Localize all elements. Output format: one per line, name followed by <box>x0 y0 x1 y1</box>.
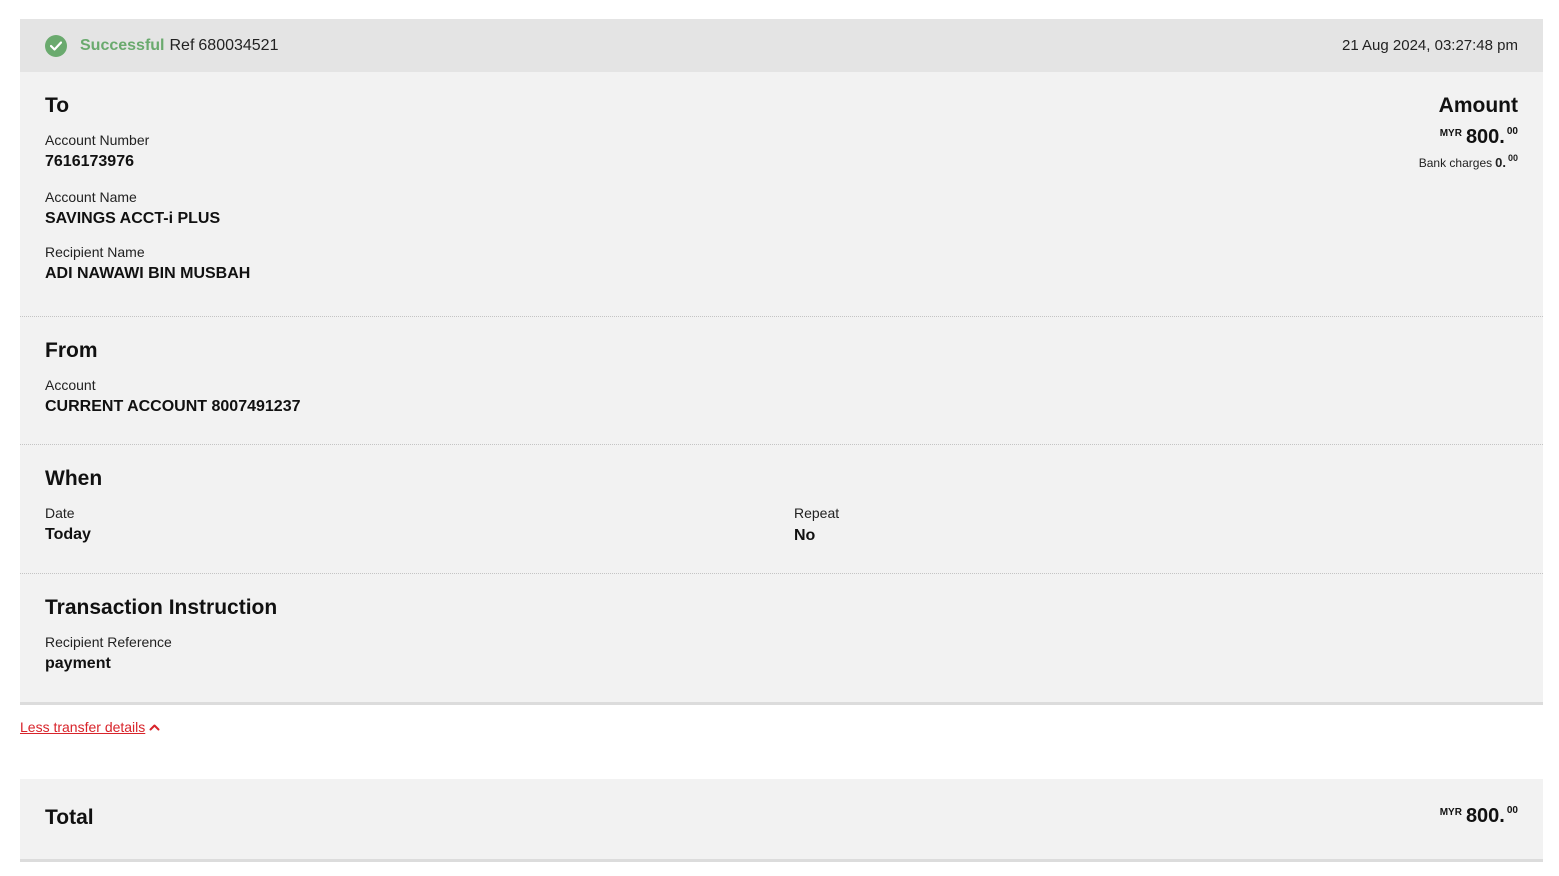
date-label: Date <box>45 505 75 521</box>
transaction-instruction-title: Transaction Instruction <box>45 596 278 619</box>
when-title: When <box>45 467 103 490</box>
amount-block: Amount MYR 800. 00 Bank charges 0. 00 <box>1419 94 1518 170</box>
transaction-status: Successful Ref 680034521 <box>45 34 279 57</box>
bank-charges-decimals: 00 <box>1507 153 1518 163</box>
account-name-label: Account Name <box>45 189 137 205</box>
total-decimals: 00 <box>1506 805 1518 816</box>
bank-charges: Bank charges 0. 00 <box>1419 153 1518 170</box>
less-transfer-details-link[interactable]: Less transfer details <box>20 719 160 735</box>
chevron-up-icon <box>149 723 160 731</box>
recipient-name-value: ADI NAWAWI BIN MUSBAH <box>45 265 251 282</box>
amount-title: Amount <box>1438 94 1518 117</box>
status-label: Successful <box>80 36 165 54</box>
from-account-value: CURRENT ACCOUNT 8007491237 <box>45 398 301 415</box>
transaction-timestamp: 21 Aug 2024, 03:27:48 pm <box>1342 37 1518 54</box>
ref-number: 680034521 <box>198 36 279 54</box>
transaction-instruction-section: Transaction Instruction Recipient Refere… <box>20 574 1543 702</box>
less-transfer-details-label: Less transfer details <box>20 719 146 735</box>
when-section: When Date Today Repeat No <box>20 445 1543 574</box>
transfer-details-card: Successful Ref 680034521 21 Aug 2024, 03… <box>20 19 1543 705</box>
amount-decimals: 00 <box>1506 126 1518 137</box>
amount-currency: MYR <box>1439 128 1462 139</box>
to-title: To <box>45 94 70 117</box>
account-number-label: Account Number <box>45 132 150 148</box>
from-section: From Account CURRENT ACCOUNT 8007491237 <box>20 317 1543 445</box>
total-amount: MYR 800. 00 <box>1440 805 1518 828</box>
total-currency: MYR <box>1439 807 1462 818</box>
total-card: Total MYR 800. 00 <box>20 779 1543 862</box>
repeat-label: Repeat <box>794 505 840 521</box>
check-circle-icon <box>45 34 67 57</box>
amount-integer: 800. <box>1465 126 1505 148</box>
recipient-reference-label: Recipient Reference <box>45 634 172 650</box>
total-title: Total <box>45 806 94 829</box>
account-name-value: SAVINGS ACCT-i PLUS <box>45 210 221 227</box>
amount-value: MYR 800. 00 <box>1419 126 1518 149</box>
total-integer: 800. <box>1465 805 1505 827</box>
from-title: From <box>45 339 98 362</box>
account-number-value: 7616173976 <box>45 153 134 170</box>
bank-charges-integer: 0. <box>1495 155 1506 170</box>
from-account-label: Account <box>45 377 96 393</box>
status-header: Successful Ref 680034521 21 Aug 2024, 03… <box>20 19 1543 72</box>
recipient-reference-value: payment <box>45 655 111 672</box>
recipient-name-label: Recipient Name <box>45 244 145 260</box>
repeat-value: No <box>794 527 816 544</box>
date-value: Today <box>45 526 91 543</box>
bank-charges-label: Bank charges <box>1418 156 1493 170</box>
ref-label: Ref <box>169 36 195 54</box>
to-section: To Account Number 7616173976 Account Nam… <box>20 72 1543 317</box>
